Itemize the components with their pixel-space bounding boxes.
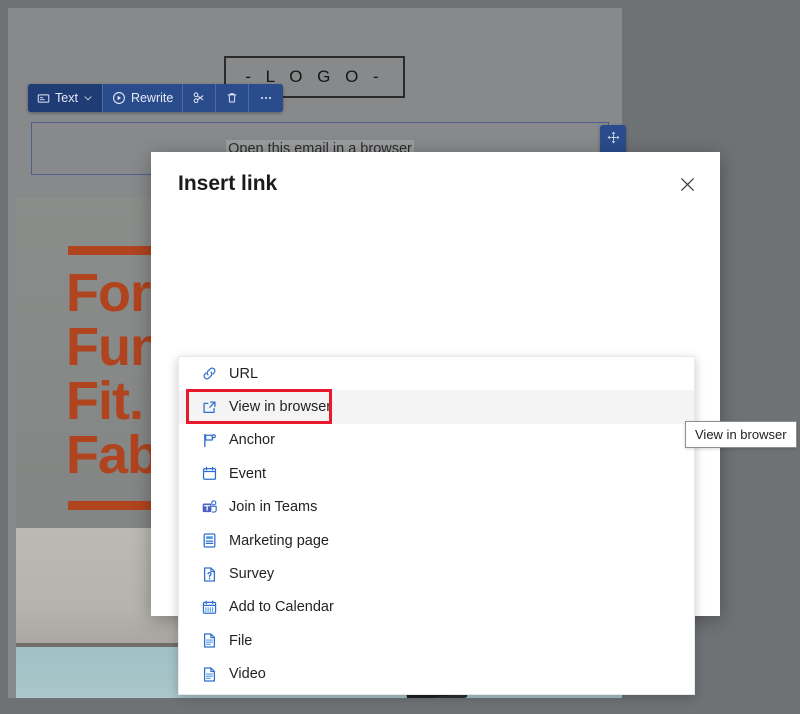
dropdown-option-label: Anchor [229, 432, 275, 449]
block-drag-handle[interactable] [600, 125, 626, 155]
calendar-event-icon [201, 465, 218, 482]
block-floating-toolbar[interactable]: Text Rewrite [28, 84, 284, 112]
link-chain-icon [201, 365, 218, 382]
dropdown-option-add-to-calendar[interactable]: Add to Calendar [179, 591, 694, 624]
video-document-icon [201, 666, 218, 683]
link-to-dropdown-list[interactable]: URL View in browser Anchor Event Join in… [178, 356, 695, 695]
file-document-icon [201, 632, 218, 649]
dropdown-option-url[interactable]: URL [179, 357, 694, 390]
tooltip-view-in-browser: View in browser [685, 421, 797, 448]
teams-icon [201, 499, 218, 516]
scissors-cut-icon [192, 91, 206, 105]
dropdown-option-view-in-browser[interactable]: View in browser [179, 390, 694, 424]
dropdown-option-label: View in browser [229, 399, 332, 416]
dropdown-option-label: Event [229, 465, 267, 482]
close-x-icon [679, 176, 696, 198]
close-button[interactable] [672, 172, 702, 202]
dropdown-option-label: Survey [229, 566, 275, 583]
dropdown-option-label: Add to Calendar [229, 599, 334, 616]
toolbar-rewrite-button[interactable]: Rewrite [103, 84, 184, 112]
toolbar-text-button[interactable]: Text [28, 84, 103, 112]
flag-anchor-icon [201, 432, 218, 449]
toolbar-rewrite-label: Rewrite [130, 91, 174, 105]
text-box-icon [37, 92, 50, 105]
dialog-title: Insert link [178, 172, 278, 195]
dropdown-option-file[interactable]: File [179, 624, 694, 657]
dropdown-option-label: URL [229, 365, 259, 382]
dropdown-option-marketing-page[interactable]: Marketing page [179, 524, 694, 557]
toolbar-delete-button[interactable] [216, 84, 250, 112]
dropdown-option-video[interactable]: Video [179, 658, 694, 691]
dropdown-option-event[interactable]: Event [179, 457, 694, 490]
hero-rule-top [68, 246, 158, 255]
add-to-calendar-icon [201, 599, 218, 616]
dropdown-option-label: Marketing page [229, 532, 329, 549]
hero-rule-bottom [68, 501, 158, 510]
toolbar-more-button[interactable] [249, 84, 283, 112]
toolbar-cut-button[interactable] [183, 84, 217, 112]
dropdown-option-anchor[interactable]: Anchor [179, 424, 694, 457]
dropdown-option-survey[interactable]: Survey [179, 557, 694, 590]
survey-question-icon [201, 566, 218, 583]
tooltip-text: View in browser [695, 427, 787, 442]
open-in-new-window-icon [201, 399, 218, 416]
trash-delete-icon [225, 91, 239, 105]
more-ellipsis-icon [258, 91, 274, 105]
dropdown-option-join-in-teams[interactable]: Join in Teams [179, 491, 694, 524]
dropdown-option-label: File [229, 632, 253, 649]
chevron-down-icon [83, 93, 93, 103]
toolbar-text-label: Text [55, 91, 78, 105]
marketing-page-icon [201, 532, 218, 549]
rewrite-sparkle-icon [112, 91, 126, 105]
dropdown-option-label: Join in Teams [229, 499, 318, 516]
dropdown-option-label: Video [229, 666, 266, 683]
move-four-arrows-icon [606, 130, 621, 150]
